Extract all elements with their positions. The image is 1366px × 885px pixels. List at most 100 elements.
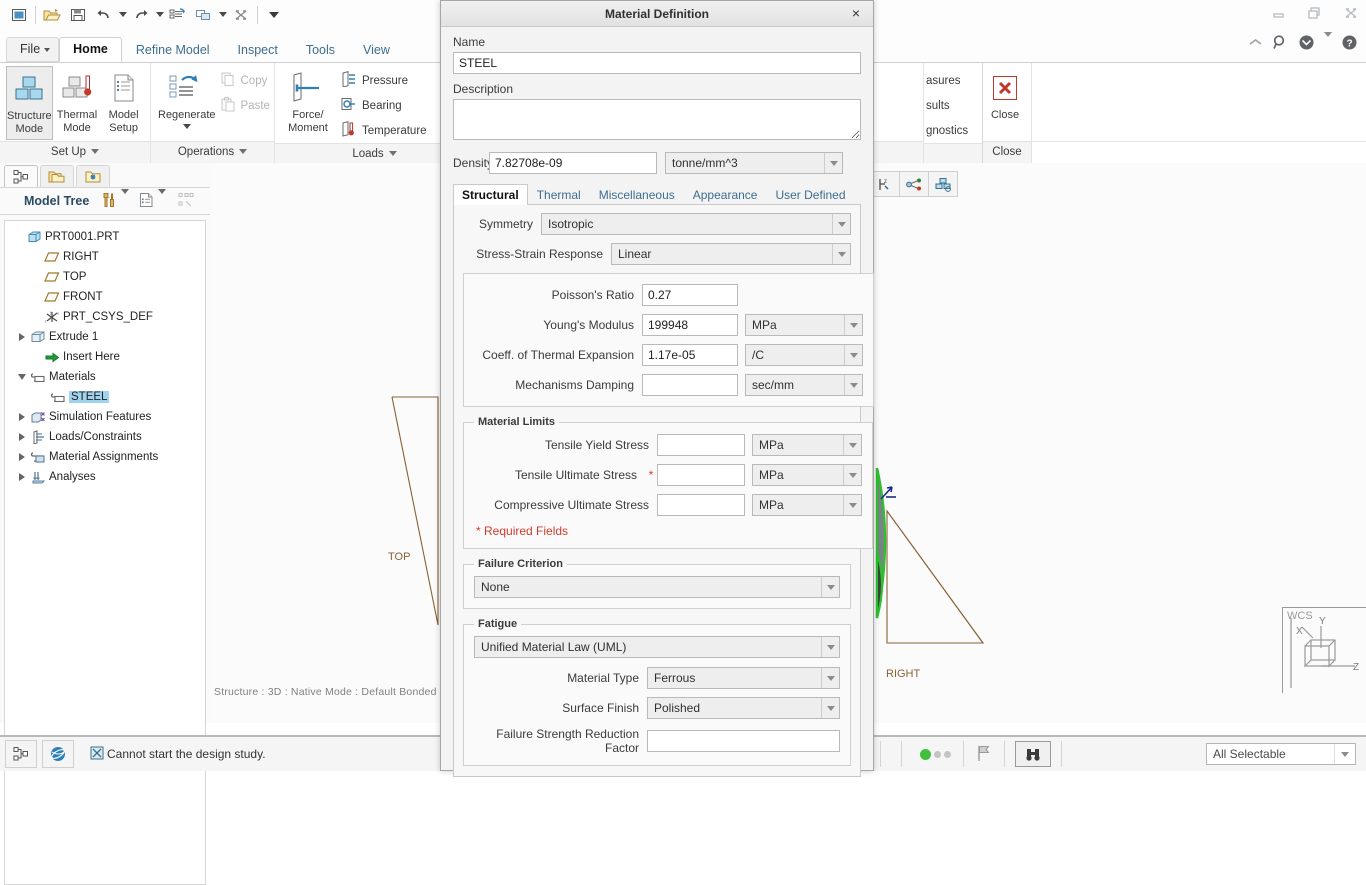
tree-item-part[interactable]: PRT0001.PRT — [11, 227, 205, 247]
tree-item-front[interactable]: FRONT — [11, 287, 205, 307]
copy-button[interactable]: Copy — [216, 68, 274, 93]
save-icon[interactable] — [65, 3, 91, 27]
tree-item-extrude[interactable]: Extrude 1 — [11, 327, 205, 347]
window-switch-dropdown-icon[interactable] — [217, 3, 228, 27]
expand-arrow-icon[interactable] — [15, 433, 29, 441]
tab-structural[interactable]: Structural — [453, 184, 528, 205]
binoculars-icon[interactable] — [1015, 741, 1051, 767]
favorites-tab[interactable] — [76, 165, 110, 187]
tree-item-loads-constraints[interactable]: Loads/Constraints — [11, 427, 205, 447]
surface-finish-dropdown[interactable]: Polished — [647, 697, 840, 719]
account-dropdown-icon[interactable] — [1324, 32, 1332, 51]
chevron-down-icon[interactable] — [821, 577, 839, 597]
density-input[interactable] — [489, 152, 657, 174]
folder-browser-tab[interactable] — [40, 165, 74, 187]
expand-arrow-icon[interactable] — [15, 333, 29, 341]
expand-arrow-icon[interactable] — [15, 473, 29, 481]
chevron-down-icon[interactable] — [821, 698, 839, 718]
description-textarea[interactable] — [453, 99, 861, 140]
tools-dropdown-icon[interactable] — [121, 189, 130, 208]
browser-toggle-icon[interactable] — [42, 740, 74, 768]
chevron-down-icon[interactable] — [844, 345, 862, 365]
window-switch-icon[interactable] — [191, 3, 217, 27]
regenerate-dropdown-icon[interactable] — [182, 124, 191, 129]
customize-qat-icon[interactable] — [261, 3, 287, 27]
poissons-ratio-input[interactable] — [642, 284, 738, 306]
tools-icon[interactable] — [101, 192, 117, 211]
chevron-down-icon[interactable] — [844, 315, 862, 335]
tree-filter-icon[interactable] — [178, 192, 195, 211]
display-icon[interactable] — [139, 192, 154, 211]
close-window-icon[interactable] — [228, 3, 254, 27]
tab-view[interactable]: View — [349, 38, 404, 62]
chevron-down-icon[interactable] — [832, 244, 850, 264]
tab-miscellaneous[interactable]: Miscellaneous — [590, 184, 684, 205]
chevron-down-icon[interactable] — [832, 214, 850, 234]
help-icon[interactable]: ? — [1341, 34, 1358, 54]
results-button[interactable]: sults — [924, 93, 970, 118]
tab-file[interactable]: File — [6, 37, 60, 62]
tree-item-simulation-features[interactable]: Simulation Features — [11, 407, 205, 427]
tree-item-analyses[interactable]: Analyses — [11, 467, 205, 487]
new-window-icon[interactable] — [6, 3, 32, 27]
measures-button[interactable]: asures — [924, 68, 970, 93]
undo-icon[interactable] — [91, 3, 117, 27]
selection-filter-dropdown[interactable]: All Selectable — [1206, 743, 1356, 765]
thermal-expansion-unit-dropdown[interactable]: /C — [745, 344, 863, 366]
tree-item-insert-here[interactable]: Insert Here — [11, 347, 205, 367]
youngs-modulus-input[interactable] — [642, 314, 738, 336]
chevron-down-icon[interactable] — [821, 637, 839, 657]
thermal-mode-button[interactable]: Thermal Mode — [55, 66, 100, 140]
thermal-expansion-input[interactable] — [642, 344, 738, 366]
chevron-down-icon[interactable] — [824, 153, 842, 173]
close-button[interactable] — [1340, 2, 1362, 24]
tree-item-material-assignments[interactable]: Material Assignments — [11, 447, 205, 467]
structure-mode-button[interactable]: Structure Mode — [6, 66, 53, 140]
chevron-down-icon[interactable] — [843, 495, 861, 515]
model-display-icon[interactable] — [928, 171, 958, 197]
tensile-yield-unit-dropdown[interactable]: MPa — [752, 434, 862, 456]
view-manager-icon[interactable]: z — [870, 171, 900, 197]
tensile-yield-input[interactable] — [657, 434, 745, 456]
chevron-down-icon[interactable] — [843, 465, 861, 485]
youngs-modulus-unit-dropdown[interactable]: MPa — [745, 314, 863, 336]
regenerate-icon[interactable] — [165, 3, 191, 27]
mechanisms-damping-unit-dropdown[interactable]: sec/mm — [745, 374, 863, 396]
expand-arrow-icon[interactable] — [15, 453, 29, 461]
paste-button[interactable]: Paste — [216, 93, 274, 118]
failure-strength-reduction-input[interactable] — [647, 730, 840, 752]
restore-button[interactable] — [1304, 2, 1326, 24]
tab-refine-model[interactable]: Refine Model — [122, 38, 224, 62]
tab-home[interactable]: Home — [59, 37, 122, 62]
collapse-arrow-icon[interactable] — [15, 374, 29, 380]
symmetry-dropdown[interactable]: Isotropic — [541, 213, 851, 235]
redo-icon[interactable] — [128, 3, 154, 27]
force-moment-button[interactable]: Force/Moment — [280, 66, 336, 140]
chevron-down-icon[interactable] — [821, 668, 839, 688]
account-icon[interactable] — [1298, 34, 1315, 54]
material-type-dropdown[interactable]: Ferrous — [647, 667, 840, 689]
minimize-button[interactable] — [1268, 2, 1290, 24]
chevron-down-icon[interactable] — [843, 435, 861, 455]
tree-item-top[interactable]: TOP — [11, 267, 205, 287]
model-setup-button[interactable]: Model Setup — [101, 66, 146, 140]
chevron-down-icon[interactable] — [844, 375, 862, 395]
tensile-ultimate-input[interactable] — [657, 464, 745, 486]
ribbon-group-setup-title[interactable]: Set Up — [0, 141, 150, 163]
tab-inspect[interactable]: Inspect — [224, 38, 292, 62]
expand-arrow-icon[interactable] — [15, 413, 29, 421]
search-icon[interactable] — [1272, 34, 1289, 54]
tree-item-materials[interactable]: Materials — [11, 367, 205, 387]
tensile-ultimate-unit-dropdown[interactable]: MPa — [752, 464, 862, 486]
regenerate-button[interactable]: Regenerate — [158, 66, 216, 140]
temperature-button[interactable]: Temperature — [336, 118, 431, 143]
failure-criterion-dropdown[interactable]: None — [474, 576, 840, 598]
tab-thermal[interactable]: Thermal — [528, 184, 590, 205]
mechanisms-damping-input[interactable] — [642, 374, 738, 396]
collapse-ribbon-icon[interactable] — [1248, 36, 1263, 52]
diagnostics-button[interactable]: gnostics — [924, 118, 970, 143]
pressure-button[interactable]: Pressure — [336, 68, 431, 93]
model-tree[interactable]: PRT0001.PRT RIGHT TOP FRONT y x z PRT_CS… — [4, 220, 206, 885]
tree-item-csys[interactable]: y x z PRT_CSYS_DEF — [11, 307, 205, 327]
model-tree-tab[interactable] — [4, 165, 38, 187]
